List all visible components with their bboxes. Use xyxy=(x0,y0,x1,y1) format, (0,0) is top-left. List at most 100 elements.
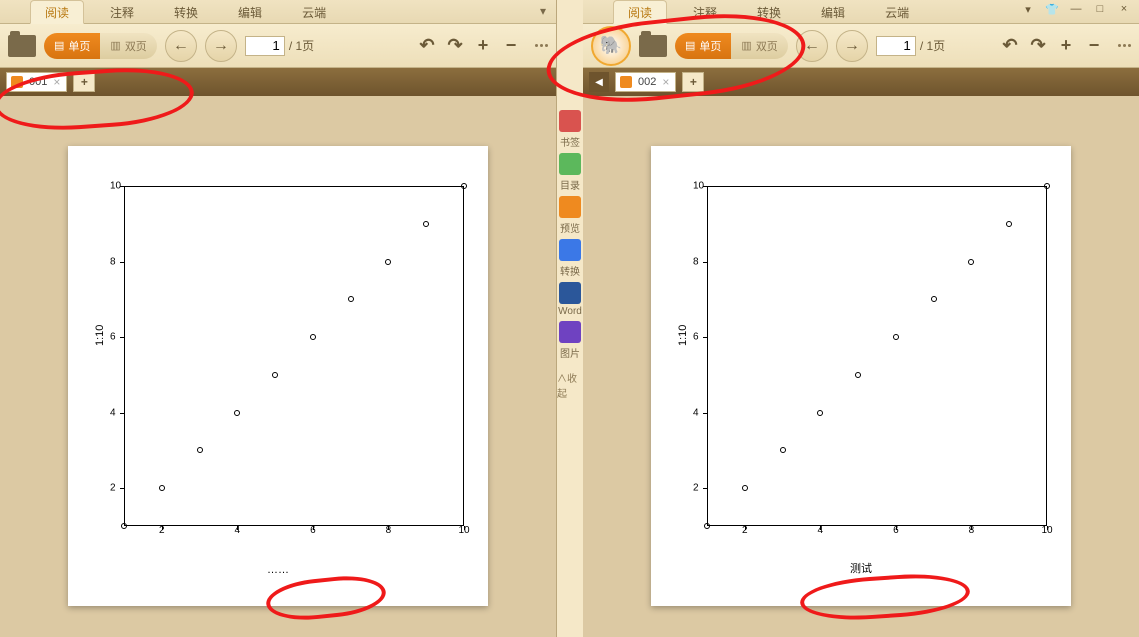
x-tick-label: 8 xyxy=(969,525,975,536)
y-tick-label: 4 xyxy=(110,407,116,418)
y-tick-label: 10 xyxy=(693,181,704,192)
sidebar-label: 图片 xyxy=(560,345,580,360)
tab-edit[interactable]: 编辑 xyxy=(224,1,276,23)
y-tick-label: 6 xyxy=(110,332,116,343)
data-point xyxy=(234,410,240,416)
double-page-button[interactable]: ▥双页 xyxy=(100,33,156,59)
data-point xyxy=(348,296,354,302)
back-button[interactable]: ← xyxy=(796,30,828,62)
sidebar-item-图片[interactable]: 图片 xyxy=(559,321,581,360)
back-button[interactable]: ← xyxy=(165,30,197,62)
close-icon[interactable]: × xyxy=(662,75,669,89)
data-point xyxy=(310,334,316,340)
sidebar-icon xyxy=(559,282,581,304)
maximize-icon[interactable]: □ xyxy=(1091,2,1109,16)
tab-annotate[interactable]: 注释 xyxy=(679,1,731,23)
close-window-icon[interactable]: × xyxy=(1115,2,1133,16)
pdf-icon xyxy=(620,76,632,88)
tab-annotate[interactable]: 注释 xyxy=(96,1,148,23)
page-icon: ▤ xyxy=(685,39,695,52)
y-tick-label: 6 xyxy=(693,332,699,343)
zoom-in-icon[interactable]: + xyxy=(473,36,493,56)
x-tick-label: 6 xyxy=(893,525,899,536)
tab-cloud[interactable]: 云端 xyxy=(871,1,923,23)
forward-button[interactable]: → xyxy=(205,30,237,62)
left-pane: 阅读 注释 转换 编辑 云端 ▾ ▤单页 ▥双页 ← → / 1页 ↶ ↷ + … xyxy=(0,0,557,637)
sidebar-label: 书签 xyxy=(560,134,580,149)
close-icon[interactable]: × xyxy=(53,75,60,89)
zoom-out-icon[interactable]: − xyxy=(501,36,521,56)
page-input[interactable] xyxy=(876,36,916,56)
zoom-out-icon[interactable]: − xyxy=(1084,36,1104,56)
sidebar-item-Word[interactable]: Word xyxy=(558,282,582,317)
x-axis-label-left: …… xyxy=(68,564,488,576)
y-axis-label: 1:10 xyxy=(677,325,689,346)
y-tick-label: 2 xyxy=(110,483,116,494)
data-point xyxy=(704,523,710,529)
page-indicator: / 1页 xyxy=(876,36,945,56)
doc-tabbar-left: 001 × + xyxy=(0,68,556,96)
y-axis-label: 1:10 xyxy=(94,325,106,346)
tab-convert[interactable]: 转换 xyxy=(743,1,795,23)
x-tick-label: 4 xyxy=(235,525,241,536)
window-controls: ▾ 👕 — □ × xyxy=(1019,2,1133,16)
sidebar-label: Word xyxy=(558,306,582,317)
doc-tab[interactable]: 002 × xyxy=(615,72,676,92)
open-file-icon[interactable] xyxy=(639,35,667,57)
doc-tab-label: 001 xyxy=(29,76,47,88)
add-tab-button[interactable]: + xyxy=(682,72,704,92)
sidebar-item-书签[interactable]: 书签 xyxy=(559,110,581,149)
x-tick-label: 10 xyxy=(458,525,469,536)
sidebar-item-目录[interactable]: 目录 xyxy=(559,153,581,192)
page-total-label: / 1页 xyxy=(920,37,945,54)
redo-icon[interactable]: ↷ xyxy=(1028,36,1048,56)
data-point xyxy=(1006,221,1012,227)
page-canvas-left: 1:10 …… 246810246810 xyxy=(68,146,488,606)
tab-edit[interactable]: 编辑 xyxy=(807,1,859,23)
double-page-button[interactable]: ▥双页 xyxy=(731,33,787,59)
data-point xyxy=(272,372,278,378)
collapse-button[interactable]: ∧收起 xyxy=(557,370,583,400)
collapse-sidebar-icon[interactable]: ◀ xyxy=(589,72,609,92)
data-point xyxy=(893,334,899,340)
sidebar-item-转换[interactable]: 转换 xyxy=(559,239,581,278)
page-mode-group: ▤单页 ▥双页 xyxy=(675,33,788,59)
data-point xyxy=(197,447,203,453)
more-icon[interactable] xyxy=(1118,44,1131,47)
menu-dropdown-icon[interactable]: ▾ xyxy=(540,4,546,18)
page-canvas-right: 1:10 测试 246810246810 xyxy=(651,146,1071,606)
app-logo-icon[interactable]: 🐘 xyxy=(591,26,631,66)
undo-icon[interactable]: ↶ xyxy=(417,36,437,56)
doc-tab[interactable]: 001 × xyxy=(6,72,67,92)
sidebar-item-预览[interactable]: 预览 xyxy=(559,196,581,235)
single-page-button[interactable]: ▤单页 xyxy=(675,33,731,59)
data-point xyxy=(121,523,127,529)
data-point xyxy=(931,296,937,302)
zoom-in-icon[interactable]: + xyxy=(1056,36,1076,56)
y-tick-label: 4 xyxy=(693,407,699,418)
more-icon[interactable] xyxy=(535,44,548,47)
doc-tab-label: 002 xyxy=(638,76,656,88)
minimize-icon[interactable]: — xyxy=(1067,2,1085,16)
menu-tabbar-right: 阅读 注释 转换 编辑 云端 ▾ 👕 — □ × xyxy=(583,0,1139,24)
redo-icon[interactable]: ↷ xyxy=(445,36,465,56)
page-icon: ▥ xyxy=(741,39,751,52)
tab-convert[interactable]: 转换 xyxy=(160,1,212,23)
sidebar-label: 转换 xyxy=(560,263,580,278)
tab-read[interactable]: 阅读 xyxy=(30,0,84,24)
page-input[interactable] xyxy=(245,36,285,56)
toolbar-right: 🐘 ▤单页 ▥双页 ← → / 1页 ↶ ↷ + − xyxy=(583,24,1139,68)
forward-button[interactable]: → xyxy=(836,30,868,62)
pdf-icon xyxy=(11,76,23,88)
undo-icon[interactable]: ↶ xyxy=(1000,36,1020,56)
x-axis-label-right: 测试 xyxy=(651,560,1071,576)
x-tick-label: 10 xyxy=(1041,525,1052,536)
add-tab-button[interactable]: + xyxy=(73,72,95,92)
menu-dropdown-icon[interactable]: ▾ xyxy=(1019,2,1037,16)
tab-cloud[interactable]: 云端 xyxy=(288,1,340,23)
page-icon: ▥ xyxy=(110,39,120,52)
tab-read[interactable]: 阅读 xyxy=(613,0,667,24)
single-page-button[interactable]: ▤单页 xyxy=(44,33,100,59)
open-file-icon[interactable] xyxy=(8,35,36,57)
pin-icon[interactable]: 👕 xyxy=(1043,2,1061,16)
